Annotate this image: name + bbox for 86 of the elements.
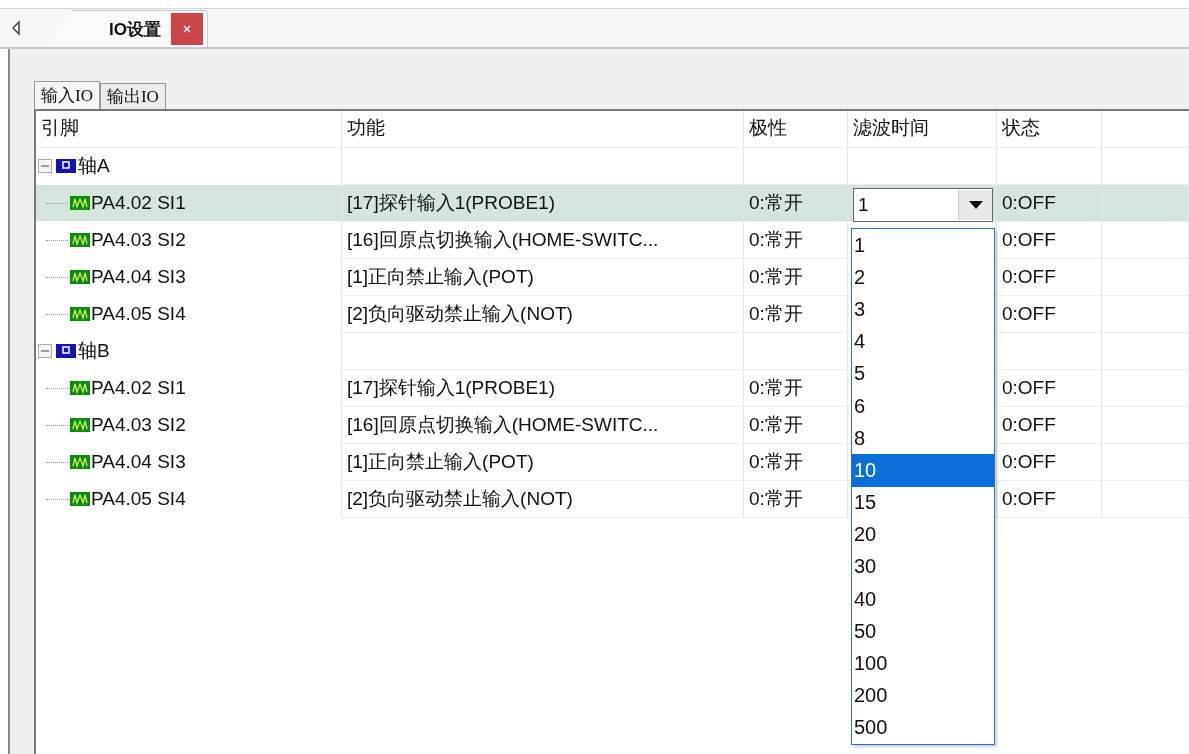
dropdown-option[interactable]: 1: [852, 229, 994, 262]
dropdown-option[interactable]: 10: [852, 454, 994, 487]
pin-label: PA4.03 SI2: [91, 414, 186, 436]
table-cell: 0:常开: [744, 444, 848, 481]
table-cell: [1]正向禁止输入(POT): [342, 444, 744, 481]
table-cell: [16]回原点切换输入(HOME-SWITC...: [342, 407, 744, 444]
pin-label: PA4.04 SI3: [91, 266, 186, 288]
dropdown-option[interactable]: 5: [852, 357, 994, 390]
table-cell: [1]正向禁止输入(POT): [342, 259, 744, 296]
dropdown-option[interactable]: 40: [852, 583, 994, 616]
close-button[interactable]: [170, 13, 203, 45]
column-header[interactable]: 引脚: [36, 111, 342, 148]
collapse-toggle[interactable]: [38, 159, 52, 173]
table-cell: 0:常开: [744, 481, 848, 518]
filter-combobox[interactable]: 1: [853, 188, 993, 222]
pin-label: PA4.02 SI1: [91, 192, 186, 214]
table-cell: 0:常开: [744, 222, 848, 259]
dropdown-option[interactable]: 30: [852, 550, 994, 584]
node-icon: [56, 344, 76, 358]
tree-row[interactable]: PA4.03 SI2: [36, 222, 342, 258]
caret-icon: [968, 201, 983, 209]
table-cell: [17]探针输入1(PROBE1): [342, 370, 744, 407]
minus-icon: [41, 347, 49, 355]
table-cell: 0:常开: [744, 259, 848, 296]
waveform-icon: [70, 492, 90, 506]
document-tab[interactable]: IO设置: [44, 10, 208, 47]
tree-node-label[interactable]: 轴B: [78, 338, 110, 364]
dropdown-option[interactable]: 500: [852, 711, 994, 744]
table-cell: 0:OFF: [997, 370, 1102, 407]
waveform-icon: [70, 233, 90, 247]
dropdown-option[interactable]: 3: [852, 293, 994, 326]
tree-row[interactable]: PA4.02 SI1: [36, 370, 342, 406]
table-cell: 0:常开: [744, 185, 848, 222]
table-cell: [2]负向驱动禁止输入(NOT): [342, 296, 744, 333]
node-icon: [56, 159, 76, 173]
tree-row[interactable]: PA4.02 SI1: [36, 185, 342, 221]
waveform-icon: [70, 381, 90, 395]
pin-label: PA4.04 SI3: [91, 451, 186, 473]
dropdown-option[interactable]: 2: [852, 261, 994, 294]
dropdown-option[interactable]: 6: [852, 389, 994, 423]
table-cell: [16]回原点切换输入(HOME-SWITC...: [342, 222, 744, 259]
pin-label: PA4.03 SI2: [91, 229, 186, 251]
back-arrow-icon[interactable]: [10, 20, 22, 36]
waveform-icon: [70, 418, 90, 432]
table-cell: 0:OFF: [997, 259, 1102, 296]
table-cell: 0:OFF: [997, 407, 1102, 444]
pin-label: PA4.05 SI4: [91, 488, 186, 510]
waveform-icon: [70, 270, 90, 284]
tree-row[interactable]: PA4.05 SI4: [36, 481, 342, 517]
table-cell: 0:OFF: [997, 222, 1102, 259]
table-cell: [2]负向驱动禁止输入(NOT): [342, 481, 744, 518]
tree-node-label[interactable]: 轴A: [78, 153, 110, 179]
table-cell: 0:OFF: [997, 185, 1102, 222]
dropdown-option[interactable]: 4: [852, 325, 994, 358]
table-cell: [17]探针输入1(PROBE1): [342, 185, 744, 222]
waveform-icon: [70, 455, 90, 469]
table-cell: 0:常开: [744, 370, 848, 407]
waveform-icon: [70, 307, 90, 321]
tree-row[interactable]: PA4.05 SI4: [36, 296, 342, 332]
io-tab[interactable]: 输入IO: [34, 81, 100, 109]
close-icon: [182, 25, 191, 33]
pin-label: PA4.05 SI4: [91, 303, 186, 325]
column-header[interactable]: 滤波时间: [848, 111, 997, 148]
dropdown-option[interactable]: 100: [852, 647, 994, 680]
table-cell: 0:常开: [744, 407, 848, 444]
table-cell: 0:OFF: [997, 296, 1102, 333]
tree-row[interactable]: PA4.04 SI3: [36, 259, 342, 295]
dropdown-option[interactable]: 200: [852, 679, 994, 712]
tree-row[interactable]: PA4.03 SI2: [36, 407, 342, 443]
pin-label: PA4.02 SI1: [91, 377, 186, 399]
dropdown-option[interactable]: 15: [852, 486, 994, 519]
table-cell: 0:常开: [744, 296, 848, 333]
io-tab[interactable]: 输出IO: [99, 83, 166, 109]
collapse-toggle[interactable]: [38, 344, 52, 358]
column-header[interactable]: 功能: [342, 111, 744, 148]
dropdown-option[interactable]: 20: [852, 518, 994, 551]
column-header[interactable]: 状态: [997, 111, 1102, 148]
dropdown-option[interactable]: 50: [852, 615, 994, 648]
column-header[interactable]: 极性: [744, 111, 848, 148]
dropdown-button[interactable]: [958, 190, 992, 220]
waveform-icon: [70, 196, 90, 210]
tree-row[interactable]: PA4.04 SI3: [36, 444, 342, 480]
table-cell: 0:OFF: [997, 444, 1102, 481]
minus-icon: [41, 162, 49, 170]
dropdown-option[interactable]: 8: [852, 422, 994, 455]
table-cell: 0:OFF: [997, 481, 1102, 518]
